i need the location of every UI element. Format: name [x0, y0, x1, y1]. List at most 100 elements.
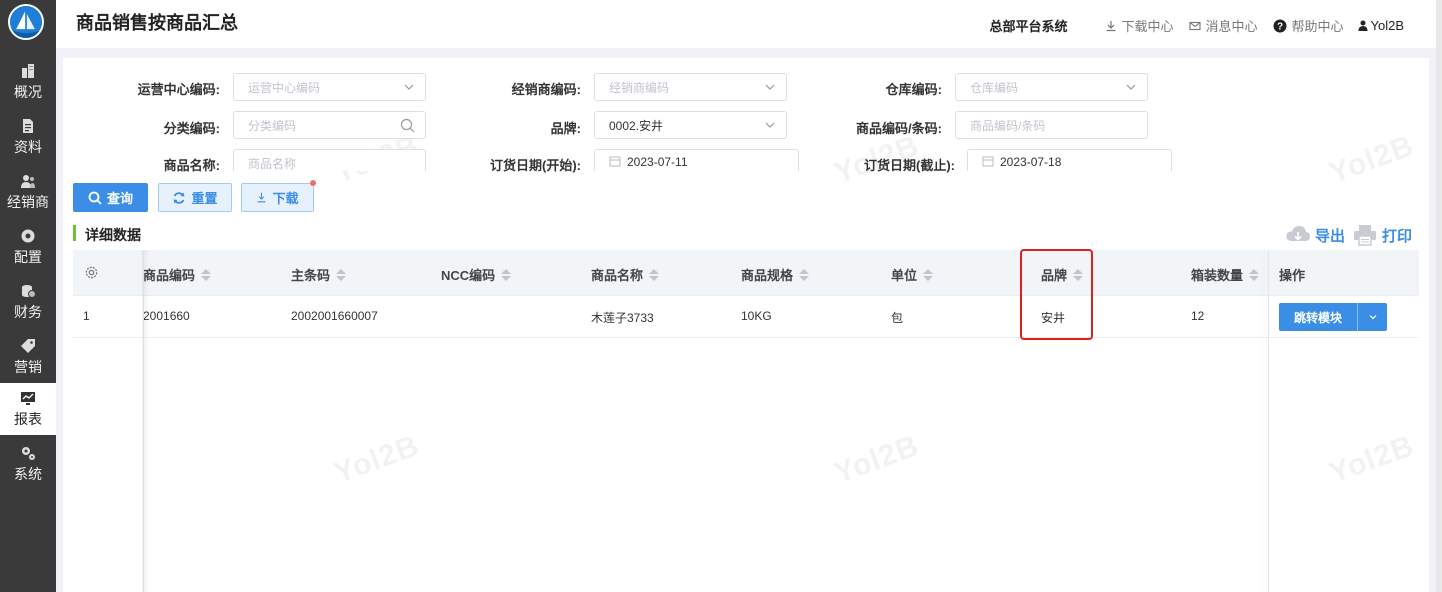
sidebar-item-label: 财务 [14, 304, 42, 320]
system-name: 总部平台系统 [989, 19, 1068, 34]
sort-icon[interactable] [649, 268, 660, 281]
download-button[interactable]: 下载 [241, 183, 314, 212]
sort-icon[interactable] [336, 268, 347, 281]
help-icon: ? [1273, 19, 1287, 32]
top-header: 商品销售按商品汇总 总部平台系统 下载中心 消息中心 ? 帮助中心 Yol2B [56, 0, 1442, 48]
refresh-icon [173, 191, 185, 204]
category-code-placeholder: 分类编码 [248, 118, 297, 133]
export-label: 导出 [1315, 227, 1346, 245]
column-header-label: 主条码 [291, 268, 331, 283]
query-button[interactable]: 查询 [73, 183, 148, 212]
gear-icon[interactable] [84, 265, 99, 280]
sidebar-item-overview[interactable]: 概况 [0, 56, 56, 108]
fixed-column-shadow [142, 250, 150, 592]
download-center-link[interactable]: 下载中心 [1105, 16, 1173, 35]
table-row[interactable]: 1 2001660 2002001660007 木莲子3733 10KG 包 安… [73, 296, 1419, 338]
fixed-column-divider [1268, 250, 1269, 592]
section-title: 详细数据 [85, 227, 141, 243]
sidebar-item-reports[interactable]: 报表 [0, 383, 56, 435]
sailboat-logo-icon[interactable] [8, 4, 44, 40]
column-header[interactable]: 主条码 [291, 265, 347, 284]
print-button[interactable]: 打印 [1352, 224, 1412, 246]
sidebar-item-marketing[interactable]: 营销 [0, 331, 56, 383]
cell-barcode: 2002001660007 [291, 309, 378, 323]
watermark: Yol2B [829, 429, 924, 491]
product-name-placeholder: 商品名称 [248, 157, 297, 171]
jump-module-button[interactable]: 跳转模块 [1279, 303, 1358, 331]
column-header-label: NCC编码 [441, 268, 496, 283]
column-header[interactable]: NCC编码 [441, 265, 512, 284]
help-center-link[interactable]: ? 帮助中心 [1273, 16, 1344, 35]
sort-icon[interactable] [501, 268, 512, 281]
sidebar-item-finance[interactable]: 财务 [0, 276, 56, 328]
row-index: 1 [83, 309, 90, 323]
page-title: 商品销售按商品汇总 [76, 13, 238, 33]
product-name-input[interactable]: 商品名称 [233, 149, 426, 171]
column-header-label: 箱装数量 [1191, 268, 1244, 283]
order-date-start-label: 订货日期(开始): [490, 158, 581, 173]
chevron-down-icon [765, 122, 775, 128]
column-header-actions: 操作 [1279, 268, 1306, 283]
category-code-label: 分类编码: [163, 121, 220, 136]
column-header[interactable]: 箱装数量 [1191, 265, 1260, 284]
reset-button[interactable]: 重置 [158, 183, 232, 212]
category-code-input[interactable]: 分类编码 [233, 111, 426, 139]
product-code-label: 商品编码/条码: [856, 121, 942, 136]
sort-icon[interactable] [1249, 268, 1260, 281]
chart-icon [19, 389, 37, 407]
building-icon [19, 62, 37, 80]
sidebar-item-data[interactable]: 资料 [0, 111, 56, 163]
sort-icon[interactable] [201, 268, 212, 281]
download-icon [1106, 20, 1116, 31]
order-date-start-picker[interactable]: 2023-07-11 [594, 149, 799, 171]
sidebar-item-dealers[interactable]: 经销商 [0, 166, 56, 218]
user-menu[interactable]: Yol2B [1358, 18, 1405, 33]
column-header[interactable]: 商品规格 [741, 265, 810, 284]
order-date-end-label: 订货日期(截止): [864, 158, 955, 173]
section-marker [73, 225, 76, 241]
column-header[interactable]: 商品编码 [143, 265, 212, 284]
column-header[interactable]: 商品名称 [591, 265, 660, 284]
printer-icon [1354, 225, 1376, 246]
sidebar-item-label: 营销 [14, 359, 42, 375]
product-name-label: 商品名称: [163, 158, 220, 173]
download-center-label: 下载中心 [1121, 19, 1174, 34]
sidebar-item-system[interactable]: 系统 [0, 438, 56, 490]
sidebar-item-config[interactable]: 配置 [0, 221, 56, 273]
cell-product-name: 木莲子3733 [591, 311, 654, 325]
cloud-download-icon [1286, 226, 1311, 241]
right-gutter [1436, 0, 1442, 592]
warehouse-code-select[interactable]: 仓库编码 [955, 73, 1148, 101]
notification-dot [310, 180, 316, 186]
sort-icon[interactable] [799, 268, 810, 281]
column-header[interactable]: 单位 [891, 265, 934, 284]
sort-icon[interactable] [923, 268, 934, 281]
brand-select[interactable]: 0002.安井 [594, 111, 787, 139]
search-icon[interactable] [400, 118, 415, 133]
column-header-label: 商品规格 [741, 268, 794, 283]
download-icon [258, 192, 266, 203]
header-toolbar: 总部平台系统 下载中心 消息中心 ? 帮助中心 Yol2B [989, 16, 1404, 35]
export-button[interactable]: 导出 [1285, 224, 1345, 246]
help-center-label: 帮助中心 [1291, 19, 1344, 34]
dealer-code-label: 经销商编码: [511, 82, 581, 97]
gears-icon [19, 444, 37, 462]
ops-center-code-select[interactable]: 运营中心编码 [233, 73, 426, 101]
watermark: Yol2B [1324, 429, 1419, 491]
dealer-code-select[interactable]: 经销商编码 [594, 73, 787, 101]
message-center-label: 消息中心 [1205, 19, 1258, 34]
product-code-placeholder: 商品编码/条码 [970, 118, 1046, 133]
print-label: 打印 [1382, 227, 1413, 245]
calendar-icon [609, 156, 621, 167]
chevron-down-icon [1126, 84, 1136, 90]
user-name: Yol2B [1370, 18, 1405, 33]
product-code-input[interactable]: 商品编码/条码 [955, 111, 1148, 139]
message-center-link[interactable]: 消息中心 [1189, 16, 1257, 35]
chevron-down-icon [1369, 315, 1376, 320]
sidebar-item-label: 经销商 [7, 194, 49, 210]
jump-module-dropdown[interactable] [1358, 303, 1387, 331]
order-date-end-picker[interactable]: 2023-07-18 [967, 149, 1172, 171]
main-content: Yol2B Yol2B Yol2B Yol2B Yol2B Yol2B 运营中心… [63, 58, 1429, 592]
watermark: Yol2B [329, 429, 424, 491]
dealer-code-placeholder: 经销商编码 [609, 80, 670, 95]
